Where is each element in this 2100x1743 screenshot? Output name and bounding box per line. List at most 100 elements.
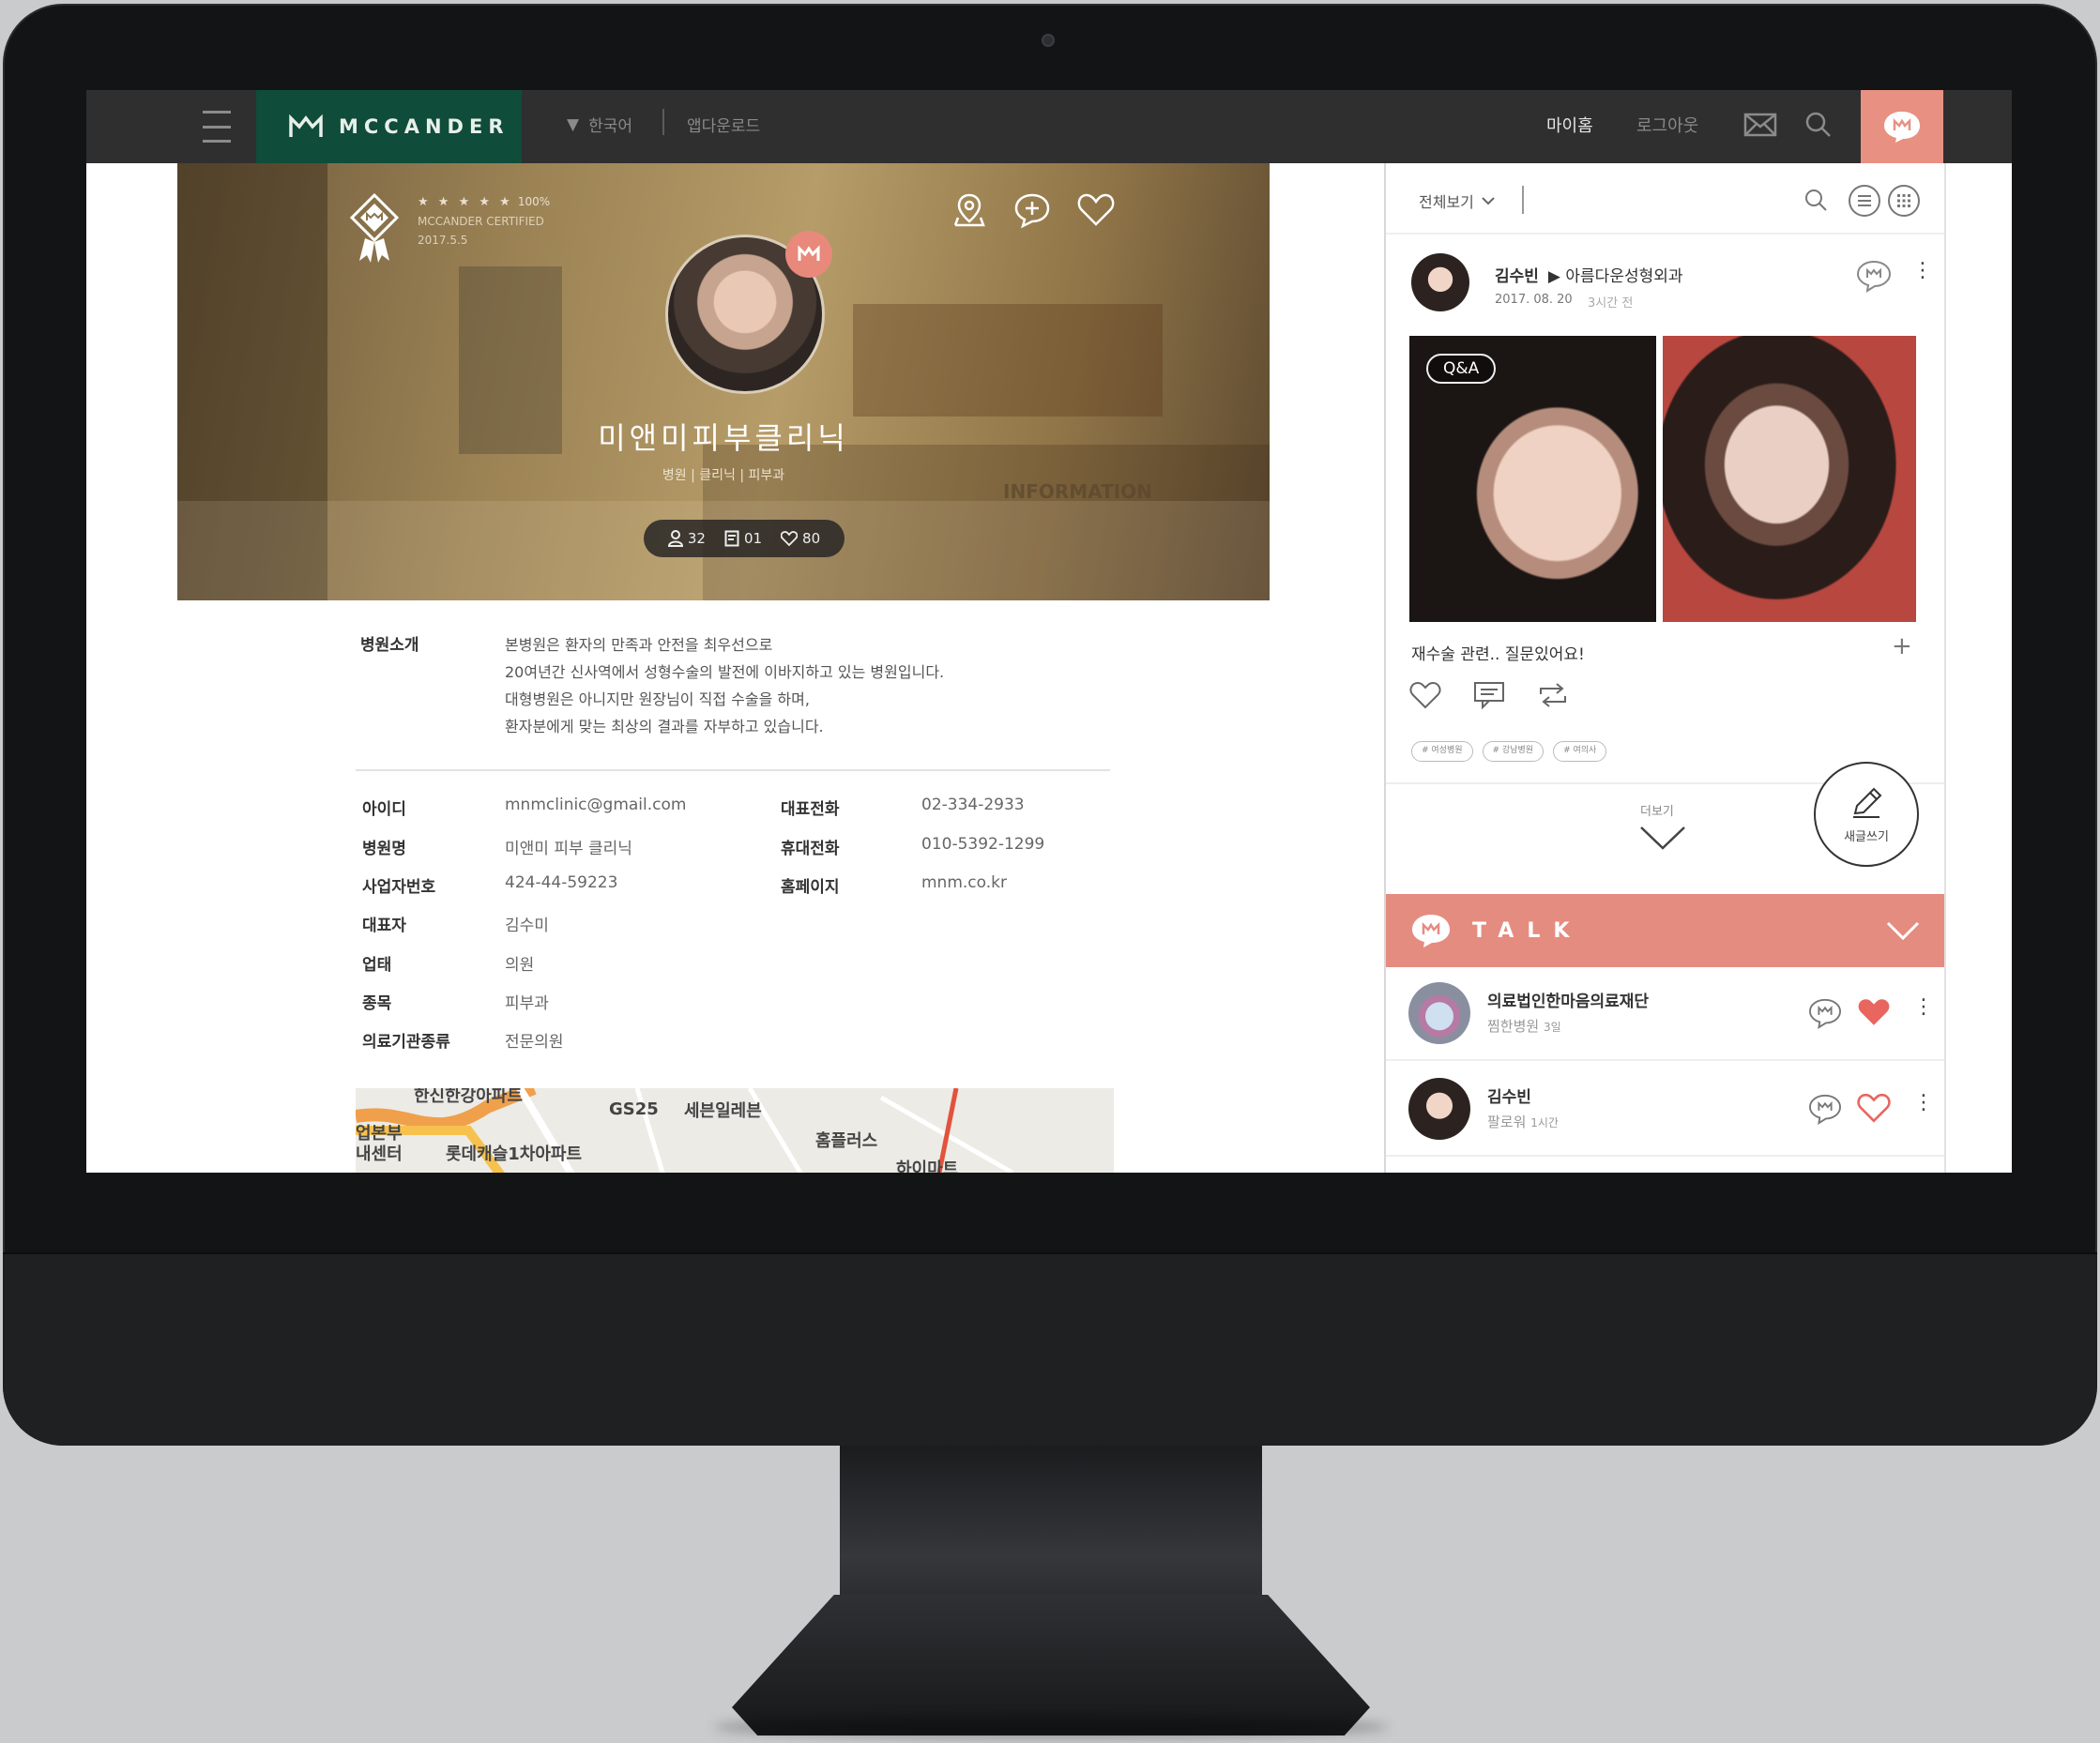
info-value: 전문의원 bbox=[505, 1033, 564, 1052]
expand-plus-icon[interactable]: + bbox=[1892, 632, 1912, 660]
add-comment-icon[interactable] bbox=[1012, 191, 1052, 229]
info-value: 의원 bbox=[505, 956, 535, 975]
new-post-label: 새글쓰기 bbox=[1844, 829, 1889, 844]
share-repost-icon[interactable] bbox=[1537, 681, 1569, 709]
info-label: 사업자번호 bbox=[362, 878, 436, 897]
heart-outline-icon bbox=[781, 531, 799, 546]
chat-bubble-icon[interactable] bbox=[1806, 1093, 1844, 1125]
post-author-avatar[interactable] bbox=[1411, 253, 1469, 311]
monitor-chin bbox=[3, 1252, 2097, 1446]
info-value: 미앤미 피부 클리닉 bbox=[505, 840, 632, 858]
new-post-button[interactable]: 새글쓰기 bbox=[1814, 762, 1919, 867]
feed-search-icon[interactable] bbox=[1803, 188, 1828, 212]
follower-stat[interactable]: 32 bbox=[667, 530, 706, 547]
mail-icon[interactable] bbox=[1743, 111, 1777, 139]
section-divider bbox=[356, 769, 1110, 771]
talk-avatar[interactable] bbox=[1408, 982, 1470, 1044]
heart-filled-icon[interactable] bbox=[1857, 997, 1891, 1027]
intro-line: 대형병원은 아니지만 원장님이 직접 수술을 하며, bbox=[505, 690, 810, 708]
monitor-stand-neck bbox=[840, 1446, 1262, 1605]
post-stat[interactable]: 01 bbox=[724, 530, 762, 547]
pencil-icon bbox=[1853, 787, 1882, 818]
brand-mark-icon bbox=[289, 114, 323, 137]
list-view-button[interactable] bbox=[1849, 185, 1880, 217]
list-view-icon bbox=[1858, 195, 1871, 206]
collapse-chevron-icon[interactable] bbox=[1886, 920, 1920, 941]
talk-list-item[interactable]: 의료법인한마음의료재단 찜한병원 3일 ⋮ bbox=[1386, 967, 1944, 1061]
certified-label: MCCANDER CERTIFIED bbox=[418, 215, 544, 228]
mobile-value[interactable]: 010-5392-1299 bbox=[921, 835, 1044, 854]
post-text[interactable]: 재수술 관련.. 질문있어요! bbox=[1411, 641, 1585, 664]
like-stat[interactable]: 80 bbox=[781, 530, 820, 547]
post-author-line: 김수빈 ▶ 아름다운성형외과 bbox=[1495, 263, 1683, 286]
cover-wood-panel bbox=[853, 304, 1163, 417]
load-more-label[interactable]: 더보기 bbox=[1640, 801, 1674, 819]
map-label: 내센터 bbox=[356, 1144, 403, 1164]
top-navigation-bar: MCCANDER ▼ 한국어 앱다운로드 마이홈 로그아웃 bbox=[86, 90, 2012, 163]
post-author-name[interactable]: 김수빈 bbox=[1495, 263, 1539, 286]
more-options-icon[interactable]: ⋮ bbox=[1913, 995, 1934, 1019]
hashtag[interactable]: # 여의사 bbox=[1553, 741, 1607, 762]
intro-line: 20여년간 신사역에서 성형수술의 발전에 이바지하고 있는 병원입니다. bbox=[505, 663, 945, 681]
phone-value[interactable]: 02-334-2933 bbox=[921, 796, 1025, 814]
hashtag[interactable]: # 여성병원 bbox=[1411, 741, 1473, 762]
search-icon[interactable] bbox=[1803, 110, 1834, 140]
post-time-ago: 3시간 전 bbox=[1588, 296, 1634, 311]
talk-chat-button[interactable] bbox=[1861, 90, 1943, 163]
map-label: 한신한강아파트 bbox=[414, 1088, 523, 1106]
person-icon bbox=[667, 530, 683, 547]
app-download-link[interactable]: 앱다운로드 bbox=[687, 113, 760, 136]
feed-divider bbox=[1386, 233, 1944, 235]
post-tags: # 여성병원 # 강남병원 # 여의사 bbox=[1411, 741, 1607, 762]
like-count: 80 bbox=[802, 530, 821, 547]
post-image[interactable] bbox=[1663, 336, 1916, 622]
map-label: 롯데캐슬1차아파트 bbox=[446, 1144, 583, 1164]
talk-subtitle: 팔로워 1시간 bbox=[1487, 1112, 1559, 1131]
talk-avatar[interactable] bbox=[1408, 1078, 1470, 1140]
homepage-link[interactable]: mnm.co.kr bbox=[921, 873, 1007, 892]
intro-line: 본병원은 환자의 만족과 안전을 최우선으로 bbox=[505, 636, 773, 654]
info-value: 김수미 bbox=[505, 917, 549, 935]
brand-logo[interactable]: MCCANDER bbox=[256, 90, 522, 163]
talk-relation: 팔로워 bbox=[1487, 1114, 1527, 1130]
heart-outline-icon[interactable] bbox=[1857, 1093, 1891, 1123]
filter-divider bbox=[1522, 186, 1524, 214]
info-label: 홈페이지 bbox=[781, 878, 840, 897]
talk-time: 3일 bbox=[1543, 1021, 1561, 1034]
load-more-chevron-icon[interactable] bbox=[1638, 824, 1687, 852]
map-label: GS25 bbox=[609, 1099, 659, 1119]
language-select[interactable]: ▼ 한국어 bbox=[567, 113, 632, 137]
hashtag[interactable]: # 강남병원 bbox=[1482, 741, 1545, 762]
grid-view-button[interactable] bbox=[1888, 185, 1920, 217]
hamburger-menu-icon[interactable] bbox=[203, 111, 231, 143]
post-action-bar bbox=[1409, 681, 1569, 709]
comment-icon[interactable] bbox=[1473, 681, 1505, 709]
chat-bubble-icon[interactable] bbox=[1806, 997, 1844, 1029]
chat-bubble-icon[interactable] bbox=[1854, 259, 1894, 293]
talk-title: TALK bbox=[1472, 918, 1583, 943]
clinic-location-map[interactable]: 한신한강아파트 GS25 세븐일레븐 홈플러스 업본부 내센터 롯데캐슬1차아파… bbox=[356, 1088, 1114, 1173]
intro-label: 병원소개 bbox=[360, 636, 419, 655]
talk-list-item[interactable]: 김수빈 팔로워 1시간 ⋮ bbox=[1386, 1063, 1944, 1157]
info-value: mnmclinic@gmail.com bbox=[505, 796, 687, 814]
brand-name: MCCANDER bbox=[339, 115, 510, 138]
heart-icon[interactable] bbox=[1076, 191, 1116, 229]
talk-relation: 찜한병원 bbox=[1487, 1018, 1540, 1035]
my-home-link[interactable]: 마이홈 bbox=[1546, 113, 1593, 137]
post-target-clinic[interactable]: ▶ 아름다운성형외과 bbox=[1548, 263, 1683, 286]
talk-panel-header[interactable]: TALK bbox=[1386, 894, 1944, 967]
certification-text: ★ ★ ★ ★ ★ 100% MCCANDER CERTIFIED 2017.5… bbox=[418, 191, 550, 265]
feed-filter-dropdown[interactable]: 전체보기 bbox=[1419, 189, 1495, 212]
info-value: 424-44-59223 bbox=[505, 873, 618, 892]
post-date: 2017. 08. 20 bbox=[1495, 293, 1573, 307]
map-label: 하이마트 bbox=[896, 1159, 959, 1173]
logout-link[interactable]: 로그아웃 bbox=[1636, 113, 1698, 137]
more-options-icon[interactable]: ⋮ bbox=[1912, 259, 1933, 282]
location-pin-icon[interactable] bbox=[951, 191, 988, 229]
more-options-icon[interactable]: ⋮ bbox=[1913, 1091, 1934, 1114]
like-heart-icon[interactable] bbox=[1409, 681, 1441, 709]
talk-logo-icon bbox=[1412, 915, 1450, 947]
stand-shadow bbox=[713, 1717, 1389, 1737]
talk-subtitle: 찜한병원 3일 bbox=[1487, 1016, 1561, 1036]
map-label: 홈플러스 bbox=[815, 1131, 878, 1151]
